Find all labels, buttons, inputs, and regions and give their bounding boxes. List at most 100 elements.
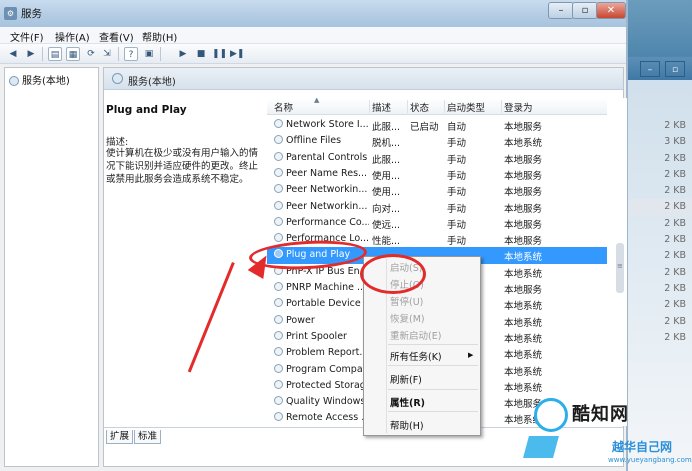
annotation-circle-menu xyxy=(360,254,426,294)
table-row[interactable]: Performance Co... 使远... 手动 本地服务 xyxy=(267,215,607,231)
gear-icon xyxy=(9,76,19,86)
minimize-button[interactable]: – xyxy=(548,2,574,19)
service-logon: 本地系统 xyxy=(504,138,543,150)
menu-action[interactable]: 操作(A) xyxy=(55,29,90,44)
start-service-icon[interactable]: ▶ xyxy=(176,47,190,61)
column-divider[interactable] xyxy=(501,100,502,113)
service-logon: 本地服务 xyxy=(504,236,543,248)
service-startup-type: 手动 xyxy=(447,203,467,215)
size-cell: 2 KB xyxy=(627,199,692,216)
tab-extended[interactable]: 扩展 xyxy=(106,430,134,444)
menu-item-refresh[interactable]: 刷新(F) xyxy=(390,372,422,386)
show-hide-tree-icon[interactable]: ▤ xyxy=(48,47,62,61)
description-label: 描述: xyxy=(106,137,129,148)
size-cell: 2 KB xyxy=(664,234,686,246)
forward-arrow-icon[interactable]: ▶ xyxy=(24,47,38,61)
menu-item-properties[interactable]: 属性(R) xyxy=(390,395,425,409)
watermark: 酷知网 越华自己网 www.yueyangbang.com xyxy=(520,392,692,471)
service-description: 使用... xyxy=(372,170,401,182)
service-status: 已启动 xyxy=(410,122,439,133)
size-cell: 2 KB xyxy=(664,185,686,197)
watermark-logo-icon xyxy=(534,398,568,432)
table-row[interactable]: Parental Controls 此服... 手动 本地服务 xyxy=(267,150,607,166)
table-row[interactable]: Offline Files 脱机... 手动 本地系统 xyxy=(267,133,607,149)
service-logon: 本地服务 xyxy=(504,122,543,133)
service-name: Protected Storage xyxy=(286,379,369,391)
close-button[interactable]: ✕ xyxy=(596,2,626,19)
menu-item-restart[interactable]: 重新启动(E) xyxy=(390,328,441,342)
size-cell: 2 KB xyxy=(664,282,686,294)
size-cell: 2 KB xyxy=(664,331,686,343)
service-startup-type: 手动 xyxy=(447,236,467,248)
restart-service-icon[interactable]: ▶❚ xyxy=(230,47,244,61)
column-divider[interactable] xyxy=(369,100,370,113)
refresh-icon[interactable]: ⟳ xyxy=(84,47,98,61)
service-gear-icon xyxy=(274,151,283,161)
menu-file[interactable]: 文件(F) xyxy=(10,29,44,44)
background-file-sizes: 2 KB 3 KB 2 KB 2 KB 2 KB 2 KB 2 KB 2 KB … xyxy=(627,118,692,346)
background-restore-button[interactable]: ▫ xyxy=(665,61,685,77)
list-header: 名称 ▲ 描述 状态 启动类型 登录为 xyxy=(267,98,607,115)
service-description: 此服... xyxy=(372,154,401,166)
menu-view[interactable]: 查看(V) xyxy=(99,29,134,44)
properties-sheet-icon[interactable]: ▦ xyxy=(66,47,80,61)
background-minimize-button[interactable]: – xyxy=(640,61,660,77)
size-cell: 2 KB xyxy=(664,250,686,262)
column-header-name[interactable]: 名称 xyxy=(274,100,293,114)
service-name: Quality Windows... xyxy=(286,396,369,408)
description-text: 使计算机在极少或没有用户输入的情况下能识别并适应硬件的更改。终止或禁用此服务会造… xyxy=(106,148,259,185)
service-logon: 本地服务 xyxy=(504,285,543,296)
menu-item-pause[interactable]: 暂停(U) xyxy=(390,294,423,308)
table-row[interactable]: Network Store I... 此服... 已启动 自动 本地服务 xyxy=(267,117,607,133)
column-header-logon-as[interactable]: 登录为 xyxy=(504,100,533,114)
table-row[interactable]: Peer Networkin... 向对... 手动 本地服务 xyxy=(267,199,607,215)
size-cell: 2 KB xyxy=(664,299,686,311)
tab-standard[interactable]: 标准 xyxy=(134,430,162,444)
submenu-arrow-icon: ▶ xyxy=(468,351,474,359)
tree-item-services-local[interactable]: 服务(本地) xyxy=(9,72,70,87)
column-header-description[interactable]: 描述 xyxy=(372,100,391,114)
service-gear-icon xyxy=(274,184,283,194)
service-logon: 本地服务 xyxy=(504,170,543,182)
console-icon[interactable]: ▣ xyxy=(142,47,156,61)
service-logon: 本地服务 xyxy=(504,219,543,231)
help-icon[interactable]: ? xyxy=(124,47,138,61)
column-divider[interactable] xyxy=(407,100,408,113)
service-description: 使远... xyxy=(372,219,401,231)
table-row[interactable]: Peer Networkin... 使用... 手动 本地服务 xyxy=(267,182,607,198)
service-name: Program Compa... xyxy=(286,363,369,375)
details-header: 服务(本地) xyxy=(104,68,623,90)
menu-item-all-tasks[interactable]: 所有任务(K) xyxy=(390,349,442,363)
table-row[interactable]: Peer Name Res... 使用... 手动 本地服务 xyxy=(267,166,607,182)
column-divider[interactable] xyxy=(444,100,445,113)
service-name: Portable Device ... xyxy=(286,298,369,310)
service-logon: 本地系统 xyxy=(504,252,543,264)
export-list-icon[interactable]: ⇲ xyxy=(100,47,114,61)
window-title: 服务 xyxy=(21,8,42,20)
stop-service-icon[interactable]: ■ xyxy=(194,47,208,61)
service-gear-icon xyxy=(274,363,283,373)
service-name: Network Store I... xyxy=(286,119,369,130)
details-header-title: 服务(本地) xyxy=(128,77,176,88)
service-logon: 本地系统 xyxy=(504,301,543,313)
maximize-button[interactable]: ▫ xyxy=(572,2,598,19)
size-cell: 2 KB xyxy=(664,315,686,327)
menu-help[interactable]: 帮助(H) xyxy=(142,29,177,44)
service-gear-icon xyxy=(274,216,283,226)
service-startup-type: 自动 xyxy=(447,122,467,133)
service-logon: 本地服务 xyxy=(504,203,543,215)
menu-item-resume[interactable]: 恢复(M) xyxy=(390,311,425,325)
column-header-status[interactable]: 状态 xyxy=(410,100,429,114)
service-name: Power xyxy=(286,314,315,326)
service-name: Remote Access ... xyxy=(286,412,369,424)
service-description: 性能... xyxy=(372,236,401,248)
pause-service-icon[interactable]: ❚❚ xyxy=(212,47,227,61)
watermark-shape xyxy=(523,436,559,458)
menu-item-help[interactable]: 帮助(H) xyxy=(390,418,424,432)
service-gear-icon xyxy=(274,412,283,422)
column-header-startup-type[interactable]: 启动类型 xyxy=(447,100,485,114)
service-gear-icon xyxy=(274,282,283,291)
back-arrow-icon[interactable]: ◀ xyxy=(6,47,20,61)
service-gear-icon xyxy=(274,396,283,406)
menu-separator xyxy=(388,344,478,345)
